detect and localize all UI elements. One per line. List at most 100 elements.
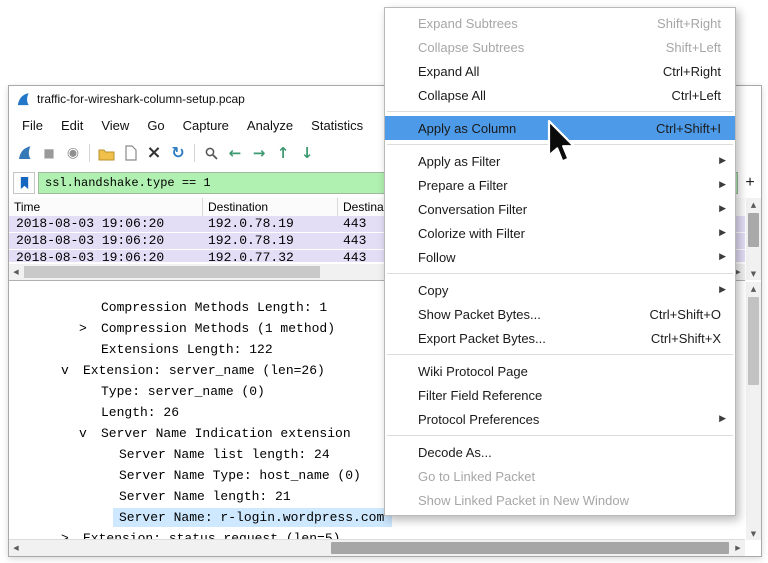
go-first-icon[interactable]: ↑ xyxy=(272,142,294,164)
tree-text: Type: server_name (0) xyxy=(101,382,265,401)
context-menu: Expand Subtrees Shift+Right Collapse Sub… xyxy=(384,7,736,516)
cell-destination: 192.0.78.19 xyxy=(203,233,338,249)
shortcut: Ctrl+Left xyxy=(672,88,722,103)
screenshot-root: traffic-for-wireshark-column-setup.pcap … xyxy=(0,0,768,563)
stop-capture-icon[interactable]: ■ xyxy=(38,142,60,164)
go-forward-icon[interactable]: → xyxy=(248,142,270,164)
window-title: traffic-for-wireshark-column-setup.pcap xyxy=(37,92,245,106)
bookmark-icon xyxy=(19,176,30,190)
shortcut: Ctrl+Shift+O xyxy=(649,307,721,322)
find-packet-icon[interactable] xyxy=(200,142,222,164)
mouse-cursor xyxy=(546,119,580,165)
menu-item-copy[interactable]: Copy ▶ xyxy=(385,278,735,302)
menu-item-filter-field-reference[interactable]: Filter Field Reference xyxy=(385,383,735,407)
scroll-down-icon[interactable]: ▼ xyxy=(746,527,761,540)
tree-text: Extension: server_name (len=26) xyxy=(83,361,325,380)
menu-separator xyxy=(387,273,733,274)
menu-capture[interactable]: Capture xyxy=(174,115,238,136)
scroll-up-icon[interactable]: ▲ xyxy=(746,282,761,295)
expander-collapsed-icon[interactable]: > xyxy=(79,319,87,338)
menu-file[interactable]: File xyxy=(13,115,52,136)
tree-text: Extensions Length: 122 xyxy=(101,340,273,359)
column-header-time[interactable]: Time xyxy=(9,198,203,216)
open-file-icon[interactable] xyxy=(95,142,117,164)
menu-item-colorize-with-filter[interactable]: Colorize with Filter ▶ xyxy=(385,221,735,245)
menu-statistics[interactable]: Statistics xyxy=(302,115,372,136)
cell-time: 2018-08-03 19:06:20 xyxy=(9,216,203,232)
packet-list-vscrollbar[interactable]: ▲ ▼ xyxy=(746,198,761,280)
vscroll-thumb[interactable] xyxy=(748,297,759,385)
wireshark-fin-icon xyxy=(16,92,31,107)
close-file-icon[interactable]: × xyxy=(143,142,165,164)
submenu-arrow-icon: ▶ xyxy=(719,156,726,166)
menu-item-show-linked-packet-in-new-window: Show Linked Packet in New Window xyxy=(385,488,735,512)
menu-edit[interactable]: Edit xyxy=(52,115,92,136)
menu-item-wiki-protocol-page[interactable]: Wiki Protocol Page xyxy=(385,359,735,383)
menu-item-collapse-subtrees: Collapse Subtrees Shift+Left xyxy=(385,35,735,59)
shortcut: Shift+Right xyxy=(657,16,721,31)
scroll-up-icon[interactable]: ▲ xyxy=(746,198,761,211)
menu-separator xyxy=(387,111,733,112)
shortcut: Ctrl+Shift+X xyxy=(651,331,721,346)
scroll-down-icon[interactable]: ▼ xyxy=(746,267,761,280)
submenu-arrow-icon: ▶ xyxy=(719,252,726,262)
toolbar-separator xyxy=(194,144,195,162)
tree-text: Server Name Type: host_name (0) xyxy=(119,466,361,485)
menu-analyze[interactable]: Analyze xyxy=(238,115,302,136)
menu-view[interactable]: View xyxy=(92,115,138,136)
go-last-icon[interactable]: ↓ xyxy=(296,142,318,164)
column-header-destination[interactable]: Destination xyxy=(203,198,338,216)
scroll-left-icon[interactable]: ◀ xyxy=(9,540,23,556)
go-back-icon[interactable]: ← xyxy=(224,142,246,164)
submenu-arrow-icon: ▶ xyxy=(719,285,726,295)
filter-bookmark-button[interactable] xyxy=(13,172,35,194)
menu-item-go-to-linked-packet: Go to Linked Packet xyxy=(385,464,735,488)
save-file-icon[interactable] xyxy=(119,142,141,164)
submenu-arrow-icon: ▶ xyxy=(719,180,726,190)
menu-item-expand-all[interactable]: Expand All Ctrl+Right xyxy=(385,59,735,83)
menu-item-prepare-a-filter[interactable]: Prepare a Filter ▶ xyxy=(385,173,735,197)
menu-item-export-packet-bytes[interactable]: Export Packet Bytes... Ctrl+Shift+X xyxy=(385,326,735,350)
expander-expanded-icon[interactable]: v xyxy=(79,424,87,443)
tree-text-selected: Server Name: r-login.wordpress.com xyxy=(113,508,392,527)
shortcut: Ctrl+Shift+I xyxy=(656,121,721,136)
menu-item-conversation-filter[interactable]: Conversation Filter ▶ xyxy=(385,197,735,221)
start-capture-icon[interactable] xyxy=(14,142,36,164)
submenu-arrow-icon: ▶ xyxy=(719,228,726,238)
tree-text: Server Name length: 21 xyxy=(119,487,291,506)
reload-icon[interactable]: ↻ xyxy=(167,142,189,164)
capture-options-icon[interactable]: ◉ xyxy=(62,142,84,164)
menu-item-show-packet-bytes[interactable]: Show Packet Bytes... Ctrl+Shift+O xyxy=(385,302,735,326)
cell-destination: 192.0.78.19 xyxy=(203,216,338,232)
submenu-arrow-icon: ▶ xyxy=(719,204,726,214)
hscroll-thumb[interactable] xyxy=(331,542,729,554)
detail-vscrollbar[interactable]: ▲ ▼ xyxy=(746,282,761,540)
toolbar-separator xyxy=(89,144,90,162)
menu-item-decode-as[interactable]: Decode As... xyxy=(385,440,735,464)
shortcut: Ctrl+Right xyxy=(663,64,721,79)
menu-item-follow[interactable]: Follow ▶ xyxy=(385,245,735,269)
menu-separator xyxy=(387,435,733,436)
expander-expanded-icon[interactable]: v xyxy=(61,361,69,380)
tree-text: Compression Methods Length: 1 xyxy=(101,298,327,317)
cell-time: 2018-08-03 19:06:20 xyxy=(9,233,203,249)
tree-text: Length: 26 xyxy=(101,403,179,422)
scroll-right-icon[interactable]: ▶ xyxy=(731,540,745,556)
tree-text: Server Name list length: 24 xyxy=(119,445,330,464)
shortcut: Shift+Left xyxy=(666,40,721,55)
menu-item-collapse-all[interactable]: Collapse All Ctrl+Left xyxy=(385,83,735,107)
vscroll-thumb[interactable] xyxy=(748,213,759,247)
filter-add-button[interactable]: + xyxy=(741,172,759,194)
menu-go[interactable]: Go xyxy=(138,115,173,136)
tree-text: Compression Methods (1 method) xyxy=(101,319,335,338)
cell-destination: 192.0.77.32 xyxy=(203,250,338,262)
scroll-left-icon[interactable]: ◀ xyxy=(9,264,23,280)
menu-item-expand-subtrees: Expand Subtrees Shift+Right xyxy=(385,11,735,35)
submenu-arrow-icon: ▶ xyxy=(719,414,726,424)
menu-item-protocol-preferences[interactable]: Protocol Preferences ▶ xyxy=(385,407,735,431)
cell-time: 2018-08-03 19:06:20 xyxy=(9,250,203,262)
hscroll-thumb[interactable] xyxy=(24,266,320,278)
display-filter-value: ssl.handshake.type == 1 xyxy=(45,176,211,190)
detail-hscrollbar[interactable]: ◀ ▶ xyxy=(9,539,745,556)
tree-text: Server Name Indication extension xyxy=(101,424,351,443)
